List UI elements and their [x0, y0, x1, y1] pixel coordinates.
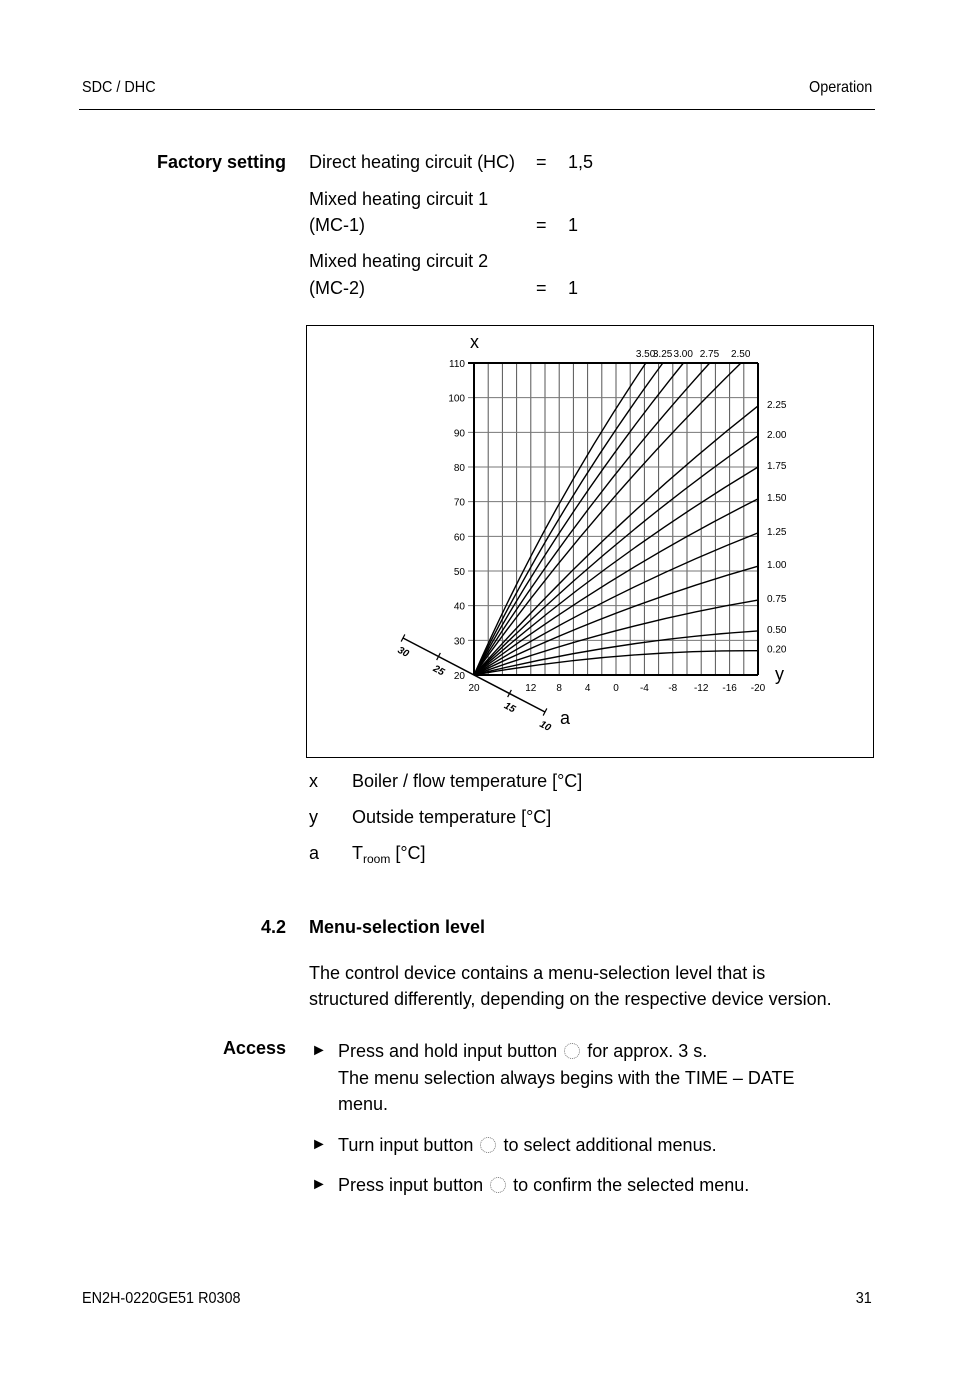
- access-step-1-post: for approx. 3 s.: [587, 1041, 708, 1061]
- dial-button-icon: [564, 1043, 581, 1059]
- access-step-1: Press and hold input button for approx. …: [338, 1038, 707, 1064]
- y-tick-label: 100: [448, 394, 465, 405]
- room-temp-tick-label: 15: [502, 700, 517, 715]
- footer-doc-id: EN2H-0220GE51 R0308: [82, 1290, 241, 1307]
- x-tick-label: -4: [640, 683, 649, 694]
- y-tick-label: 50: [454, 567, 466, 578]
- chart-x-axis-label: y: [775, 664, 784, 684]
- access-step-2-post: to select additional menus.: [503, 1135, 717, 1155]
- access-step-1-pre: Press and hold input button: [338, 1041, 558, 1061]
- legend-text-x: Boiler / flow temperature [°C]: [352, 771, 583, 791]
- legend-key-y: y: [309, 807, 318, 827]
- section-title: Menu-selection level: [309, 917, 486, 937]
- legend-key-x: x: [309, 771, 318, 791]
- x-tick-label: 8: [556, 683, 562, 694]
- x-tick-label: -8: [668, 683, 677, 694]
- bullet-icon: ►: [311, 1042, 327, 1059]
- y-tick-label: 30: [454, 636, 466, 647]
- x-tick-label: 0: [613, 683, 619, 694]
- curve-label-0.75: 0.75: [767, 594, 787, 605]
- access-step-1-extra-1: The menu selection always begins with th…: [338, 1068, 795, 1088]
- legend-text-a-sub: room: [363, 852, 391, 866]
- section-intro-line-2: structured differently, depending on the…: [309, 989, 832, 1009]
- access-step-3: Press input button to confirm the select…: [338, 1172, 749, 1198]
- access-step-2: Turn input button to select additional m…: [338, 1132, 717, 1158]
- page-number: 31: [855, 1290, 872, 1307]
- chart-grid: [468, 363, 758, 675]
- chart-labels: 0.20 0.50 0.75 1.00 1.25 1.50 1.75 2.00 2.25 2.50…: [396, 349, 787, 734]
- chart-diag-axis-label: a: [560, 708, 571, 728]
- access-step-3-pre: Press input button: [338, 1175, 484, 1195]
- legend-key-a: a: [309, 843, 320, 863]
- curve-label-3.00: 3.00: [673, 349, 693, 360]
- x-tick-label: -16: [722, 683, 737, 694]
- x-tick-label: 4: [585, 683, 591, 694]
- section-intro-line-1: The control device contains a menu-selec…: [309, 963, 766, 983]
- heating-curve-2.75: [473, 362, 711, 676]
- y-tick-label: 20: [454, 671, 466, 682]
- chart-y-axis-label: x: [470, 332, 479, 352]
- room-temp-tick-label: 10: [538, 719, 553, 734]
- y-tick-label: 70: [454, 498, 466, 509]
- y-tick-label: 80: [454, 463, 466, 474]
- access-step-3-post: to confirm the selected menu.: [513, 1175, 750, 1195]
- curve-label-2.50: 2.50: [731, 349, 751, 360]
- curve-label-3.25: 3.25: [653, 349, 673, 360]
- curve-label-3.50: 3.50: [636, 349, 656, 360]
- curve-label-0.50: 0.50: [767, 625, 787, 636]
- x-tick-label: 12: [525, 683, 537, 694]
- access-step-1-extra-2: menu.: [338, 1094, 389, 1114]
- access-label: Access: [222, 1038, 286, 1058]
- y-tick-label: 60: [454, 532, 466, 543]
- curve-label-2.25: 2.25: [767, 400, 787, 411]
- y-tick-label: 40: [454, 602, 466, 613]
- curve-label-2.00: 2.00: [767, 430, 787, 441]
- y-tick-label: 90: [454, 428, 466, 439]
- y-tick-label: 110: [449, 359, 465, 370]
- legend-text-a-main: T: [352, 843, 363, 863]
- legend-text-y: Outside temperature [°C]: [352, 807, 552, 827]
- room-temp-tick-label: 30: [396, 645, 411, 660]
- bullet-icon: ►: [311, 1136, 327, 1153]
- legend-text-a-tail: [°C]: [390, 843, 426, 863]
- curve-label-0.20: 0.20: [767, 645, 787, 656]
- curve-label-2.75: 2.75: [700, 349, 720, 360]
- dial-button-icon: [490, 1177, 507, 1193]
- x-tick-label: -20: [751, 683, 766, 694]
- curve-label-1.00: 1.00: [767, 560, 787, 571]
- curve-label-1.50: 1.50: [767, 493, 787, 504]
- dial-button-icon: [480, 1137, 497, 1153]
- access-step-2-pre: Turn input button: [338, 1135, 474, 1155]
- curve-label-1.25: 1.25: [767, 527, 787, 538]
- heating-curve-chart: 0.20 0.50 0.75 1.00 1.25 1.50 1.75 2.00 2.25 2.50…: [396, 332, 787, 734]
- section-number: 4.2: [260, 917, 286, 937]
- x-tick-label: 20: [468, 683, 480, 694]
- curve-label-1.75: 1.75: [767, 461, 787, 472]
- x-tick-label: -12: [694, 683, 709, 694]
- legend-text-a: Troom [°C]: [352, 843, 426, 866]
- room-temp-tick-label: 25: [430, 663, 446, 679]
- bullet-icon: ►: [311, 1176, 327, 1193]
